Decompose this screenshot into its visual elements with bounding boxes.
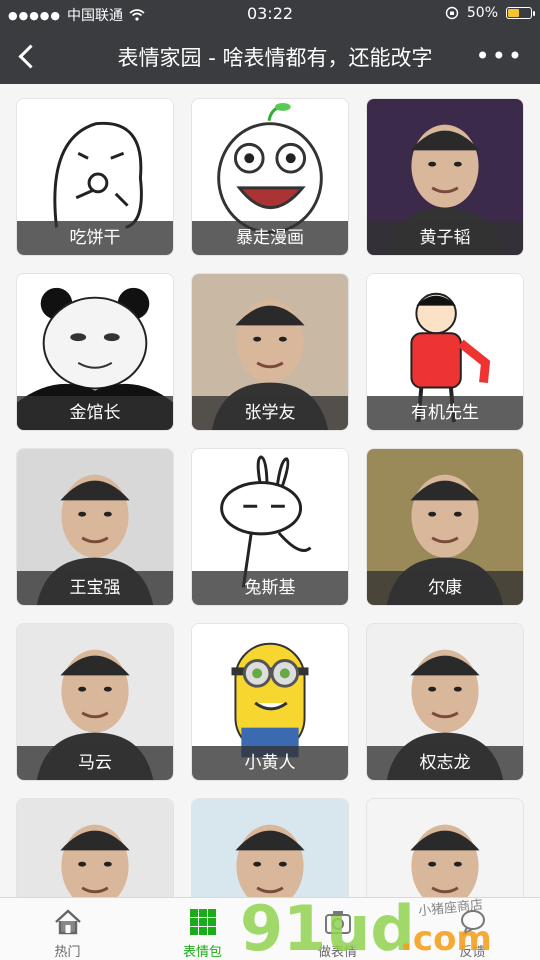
status-bar: ●●●●● 中国联通 03:22 50% <box>0 0 540 28</box>
tab-hot-label: 热门 <box>54 945 81 960</box>
home-icon <box>54 909 81 935</box>
grid-icon <box>189 909 216 935</box>
sticker-card-label: 尔康 <box>367 571 523 605</box>
sticker-card[interactable]: 王宝强 <box>16 448 174 606</box>
watermark-logo: 91ud .com 小猪座商店 <box>240 892 492 960</box>
watermark-brand: 91ud <box>240 892 415 960</box>
watermark-slogan: 小猪座商店 <box>418 898 484 920</box>
sticker-card[interactable]: 金馆长 <box>16 273 174 431</box>
sticker-card[interactable]: 暴走漫画 <box>191 98 349 256</box>
sticker-card[interactable]: 小黄人 <box>191 623 349 781</box>
tab-hot[interactable]: 热门 <box>0 898 135 960</box>
sticker-card-label: 暴走漫画 <box>192 221 348 255</box>
status-right-group: 50% <box>445 5 535 21</box>
sticker-card[interactable]: 尔康 <box>366 448 524 606</box>
battery-icon <box>506 7 535 19</box>
sticker-card[interactable]: 黄子韬 <box>366 98 524 256</box>
sticker-card[interactable]: 有机先生 <box>366 273 524 431</box>
sticker-card[interactable]: 兔斯基 <box>191 448 349 606</box>
sticker-card[interactable]: 马云 <box>16 623 174 781</box>
sticker-grid: 吃饼干 暴走漫画 黄子韬金馆长 张学友 有机先生王宝强 兔斯基 尔康马云 小黄人 权志龙 <box>16 98 526 956</box>
sticker-card-label: 张学友 <box>192 396 348 430</box>
sticker-card[interactable]: 权志龙 <box>366 623 524 781</box>
sticker-card-label: 兔斯基 <box>192 571 348 605</box>
sticker-card-label: 马云 <box>17 746 173 780</box>
page-title: 表情家园 - 啥表情都有，还能改字 <box>117 46 433 70</box>
sticker-card-label: 权志龙 <box>367 746 523 780</box>
battery-percent: 50% <box>466 5 498 21</box>
sticker-card-label: 吃饼干 <box>17 221 173 255</box>
orientation-lock-icon <box>445 6 459 20</box>
more-menu-button[interactable]: ••• <box>476 42 524 70</box>
battery-fill <box>508 9 519 17</box>
back-button[interactable] <box>14 40 42 72</box>
sticker-card-label: 王宝强 <box>17 571 173 605</box>
sticker-card-label: 有机先生 <box>367 396 523 430</box>
nav-bar: 表情家园 - 啥表情都有，还能改字 ••• <box>0 28 540 84</box>
sticker-card-label: 小黄人 <box>192 746 348 780</box>
watermark-domain: .com <box>400 919 492 959</box>
sticker-card[interactable]: 张学友 <box>191 273 349 431</box>
sticker-card-label: 黄子韬 <box>367 221 523 255</box>
sticker-card[interactable]: 吃饼干 <box>16 98 174 256</box>
sticker-card-label: 金馆长 <box>17 396 173 430</box>
